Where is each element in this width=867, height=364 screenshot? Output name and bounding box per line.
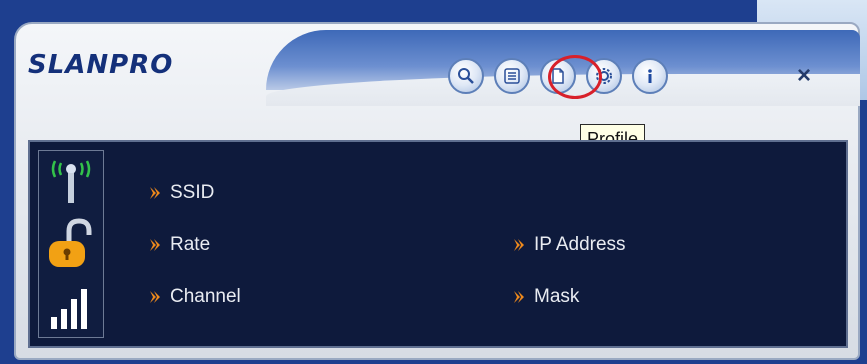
- list-button[interactable]: [494, 58, 530, 94]
- arrow-bullet-icon: [514, 291, 524, 303]
- mask-label: Mask: [534, 286, 580, 307]
- list-icon: [504, 68, 520, 84]
- rate-label: Rate: [170, 234, 211, 255]
- info-icon: [648, 69, 652, 83]
- profile-highlight-ring: [548, 55, 602, 99]
- magnifier-icon: [458, 68, 474, 84]
- rate-row: Rate: [148, 234, 210, 256]
- ip-address-row: IP Address: [512, 234, 626, 256]
- channel-row: Channel: [148, 286, 241, 308]
- arrow-bullet-icon: [150, 239, 160, 251]
- ssid-row: SSID: [148, 182, 214, 204]
- close-button[interactable]: ×: [790, 62, 818, 90]
- brand-logo: SLANPRO: [28, 50, 174, 80]
- mask-row: Mask: [512, 286, 579, 308]
- padlock-icon: [49, 218, 92, 267]
- ip-address-label: IP Address: [534, 234, 626, 255]
- signal-strength-icon: [51, 289, 87, 329]
- arrow-bullet-icon: [514, 239, 524, 251]
- status-icon-column: [38, 150, 104, 338]
- status-panel: SSID Rate Channel IP Address Mask: [28, 140, 848, 348]
- channel-label: Channel: [170, 286, 241, 307]
- wifi-antenna-icon: [51, 160, 91, 203]
- info-button[interactable]: [632, 58, 668, 94]
- ssid-label: SSID: [170, 182, 215, 203]
- arrow-bullet-icon: [150, 291, 160, 303]
- arrow-bullet-icon: [150, 187, 160, 199]
- search-button[interactable]: [448, 58, 484, 94]
